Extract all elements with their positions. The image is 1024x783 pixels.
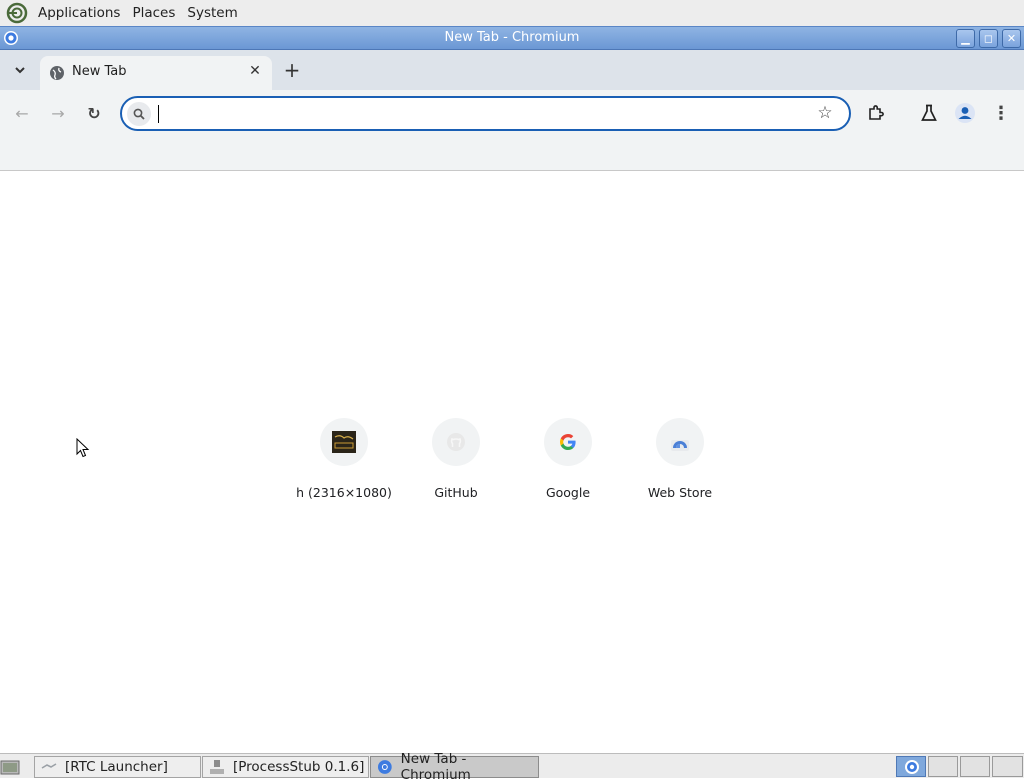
- puzzle-icon: [869, 105, 884, 120]
- web-store-icon: [671, 440, 689, 451]
- new-tab-page: h (2316×1080) GitHub Google Web Store: [0, 171, 1024, 753]
- arrow-right-icon: →: [51, 103, 65, 123]
- chromium-icon: [905, 760, 919, 774]
- back-button[interactable]: ←: [9, 100, 35, 126]
- launcher-icon: [41, 763, 57, 769]
- shortcut-tile-h[interactable]: h (2316×1080): [288, 418, 400, 500]
- chromium-icon: [377, 760, 392, 774]
- shortcut-label: GitHub: [434, 485, 478, 500]
- taskbar: [RTC Launcher] [ProcessStub 0.1.6] New T…: [0, 751, 1024, 783]
- search-icon: [127, 102, 151, 126]
- taskbar-item-label: [ProcessStub 0.1.6]: [233, 759, 365, 775]
- taskbar-item-chromium[interactable]: New Tab - Chromium: [370, 751, 539, 783]
- reload-icon: ↻: [87, 103, 101, 123]
- profile-button[interactable]: [952, 100, 978, 126]
- workspace-4[interactable]: [992, 756, 1023, 777]
- desktop-logo-icon[interactable]: [6, 2, 28, 24]
- tab-new-tab[interactable]: New Tab ✕: [40, 56, 272, 90]
- workspace-2[interactable]: [928, 756, 958, 777]
- new-tab-button[interactable]: +: [282, 58, 302, 82]
- minimize-icon: ▁: [961, 32, 970, 45]
- shortcut-tile-google[interactable]: Google: [512, 418, 624, 500]
- tab-search-button[interactable]: [8, 58, 32, 82]
- extensions-button[interactable]: [863, 100, 889, 126]
- google-icon: [560, 434, 576, 450]
- tab-strip: New Tab ✕ +: [0, 50, 1024, 90]
- thumbnail-icon: [332, 431, 356, 453]
- shortcut-icon-circle: [656, 418, 704, 466]
- shortcut-label: Web Store: [647, 485, 713, 500]
- menu-applications[interactable]: Applications: [32, 5, 126, 21]
- reload-button[interactable]: ↻: [81, 100, 107, 126]
- maximize-icon: ◻: [983, 32, 994, 45]
- browser-toolbar: ← → ↻ ☆ ⋮: [0, 90, 1024, 171]
- process-icon: [210, 760, 224, 774]
- address-bar[interactable]: ☆: [120, 96, 851, 131]
- window-titlebar[interactable]: New Tab - Chromium ▁ ◻ ✕: [0, 26, 1024, 50]
- address-input[interactable]: [158, 103, 798, 125]
- desktop-top-panel: Applications Places System: [0, 0, 1024, 26]
- github-icon: [447, 433, 465, 451]
- shortcut-label: Google: [545, 485, 591, 500]
- menu-system[interactable]: System: [181, 5, 243, 21]
- browser-menu-button[interactable]: ⋮: [988, 100, 1014, 126]
- minimize-button[interactable]: ▁: [956, 29, 975, 48]
- menu-places[interactable]: Places: [126, 5, 181, 21]
- taskbar-item-rtc-launcher[interactable]: [RTC Launcher]: [34, 756, 201, 778]
- forward-button[interactable]: →: [45, 100, 71, 126]
- shortcut-label: h (2316×1080): [296, 485, 392, 500]
- maximize-button[interactable]: ◻: [979, 29, 998, 48]
- shortcut-tile-github[interactable]: GitHub: [400, 418, 512, 500]
- chevron-down-icon: [15, 67, 25, 74]
- shortcut-icon-circle: [320, 418, 368, 466]
- labs-button[interactable]: [916, 100, 942, 126]
- taskbar-item-label: [RTC Launcher]: [65, 759, 168, 775]
- show-desktop-icon: [0, 760, 20, 775]
- flask-icon: [921, 104, 937, 121]
- close-icon: ✕: [1006, 32, 1017, 45]
- workspace-1[interactable]: [896, 756, 926, 777]
- globe-icon: [50, 66, 64, 80]
- tab-label: New Tab: [72, 64, 127, 79]
- kebab-menu-icon: ⋮: [992, 102, 1010, 124]
- text-caret: [158, 105, 159, 123]
- show-desktop-button[interactable]: [0, 756, 24, 778]
- close-window-button[interactable]: ✕: [1002, 29, 1021, 48]
- tab-close-icon[interactable]: ✕: [246, 62, 264, 80]
- bookmark-star-icon[interactable]: ☆: [815, 103, 835, 123]
- shortcut-icon-circle: [432, 418, 480, 466]
- profile-avatar-icon: [955, 103, 975, 123]
- arrow-left-icon: ←: [15, 103, 29, 123]
- mouse-pointer-icon: [76, 438, 90, 458]
- taskbar-item-label: New Tab - Chromium: [400, 751, 471, 783]
- window-title: New Tab - Chromium: [444, 30, 580, 45]
- workspace-3[interactable]: [960, 756, 990, 777]
- shortcut-icon-circle: [544, 418, 592, 466]
- shortcut-tile-web-store[interactable]: Web Store: [624, 418, 736, 500]
- taskbar-item-processstub[interactable]: [ProcessStub 0.1.6]: [202, 756, 369, 778]
